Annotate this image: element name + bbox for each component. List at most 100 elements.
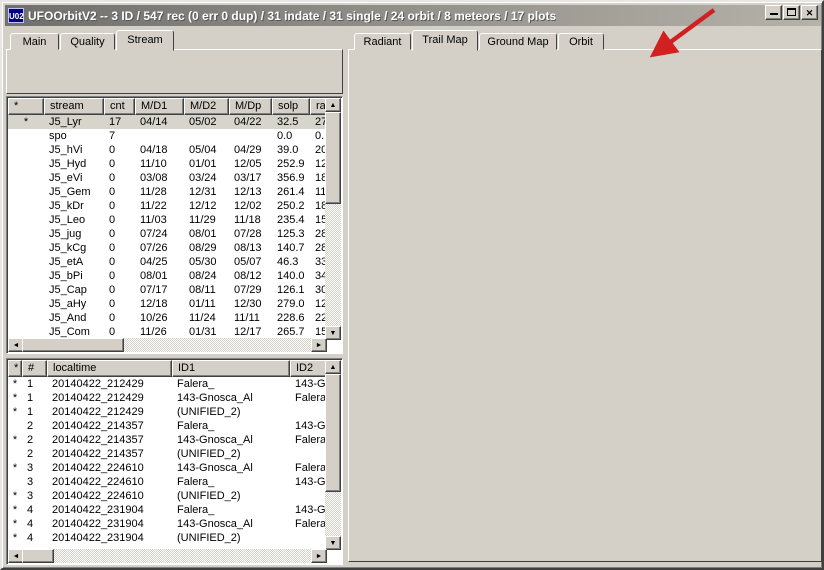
table-cell: 0	[109, 158, 116, 170]
table-row[interactable]: * 3 20140422_224610 143-Gnosca_Al Falera_	[8, 461, 327, 475]
table-row[interactable]: 2 20140422_214357 (UNIFIED_2)	[8, 447, 327, 461]
scroll-thumb[interactable]	[325, 112, 341, 204]
table-cell: 0	[109, 270, 116, 282]
scroll-down-icon[interactable]: ▼	[325, 536, 341, 550]
table-cell: 11/26	[140, 326, 167, 338]
table-row[interactable]: J5_And 0 10/26 11/24 11/11 228.6 22	[8, 311, 327, 325]
table-cell: J5_etA	[49, 256, 84, 268]
column-header[interactable]: M/D2	[184, 98, 229, 115]
tab-main[interactable]: Main	[10, 33, 59, 50]
tab-orbit[interactable]: Orbit	[558, 33, 604, 50]
tab-quality[interactable]: Quality	[60, 33, 115, 50]
table-row[interactable]: spo 7 0.0 0.	[8, 129, 327, 143]
table-row[interactable]: J5_kCg 0 07/26 08/29 08/13 140.7 28	[8, 241, 327, 255]
table-cell: *	[12, 378, 18, 390]
tab-stream[interactable]: Stream	[116, 30, 174, 51]
table-cell: 05/04	[189, 144, 217, 156]
table-cell: *	[12, 504, 18, 516]
table-cell: 1	[27, 406, 34, 418]
table-cell: 0	[109, 298, 116, 310]
table-row[interactable]: J5_Leo 0 11/03 11/29 11/18 235.4 15	[8, 213, 327, 227]
table-cell: 12/13	[234, 186, 262, 198]
tab-trail-map[interactable]: Trail Map	[412, 30, 478, 51]
table-row[interactable]: J5_aHy 0 12/18 01/11 12/30 279.0 12	[8, 297, 327, 311]
table-cell: 08/29	[189, 242, 217, 254]
table-cell: 20140422_214357	[52, 434, 144, 446]
table-cell: 0	[109, 256, 116, 268]
column-header[interactable]: ID1	[172, 360, 290, 377]
table-row[interactable]: * 1 20140422_212429 Falera_ 143-Gn	[8, 377, 327, 391]
column-header[interactable]: cnt	[104, 98, 135, 115]
event-vertical-scrollbar[interactable]: ▲ ▼	[325, 360, 341, 550]
event-horizontal-scrollbar[interactable]: ◄ ►	[8, 549, 327, 563]
table-row[interactable]: * 1 20140422_212429 143-Gnosca_Al Falera_	[8, 391, 327, 405]
table-row[interactable]: J5_hVi 0 04/18 05/04 04/29 39.0 20	[8, 143, 327, 157]
table-cell: 2	[27, 420, 34, 432]
table-row[interactable]: J5_kDr 0 11/22 12/12 12/02 250.2 18	[8, 199, 327, 213]
table-cell: 143-Gn	[295, 476, 327, 488]
table-cell: 12/12	[189, 200, 217, 212]
table-cell: J5_Cap	[49, 284, 87, 296]
scroll-thumb[interactable]	[22, 338, 124, 352]
column-header[interactable]: solp	[272, 98, 310, 115]
table-row[interactable]: J5_Gem 0 11/28 12/31 12/13 261.4 11	[8, 185, 327, 199]
table-cell: 17	[109, 116, 122, 128]
table-row[interactable]: * J5_Lyr 17 04/14 05/02 04/22 32.5 27	[8, 115, 327, 129]
table-row[interactable]: * 4 20140422_231904 (UNIFIED_2)	[8, 531, 327, 545]
column-header[interactable]: localtime	[47, 360, 172, 377]
table-row[interactable]: * 4 20140422_231904 143-Gnosca_Al Falera_	[8, 517, 327, 531]
table-cell: J5_jug	[49, 228, 82, 240]
table-cell: 04/29	[234, 144, 262, 156]
table-row[interactable]: J5_Hyd 0 11/10 01/01 12/05 252.9 12	[8, 157, 327, 171]
table-cell: 12/18	[140, 298, 168, 310]
table-row[interactable]: J5_etA 0 04/25 05/30 05/07 46.3 33	[8, 255, 327, 269]
table-cell	[8, 241, 44, 255]
column-header[interactable]: M/D1	[135, 98, 184, 115]
stream-horizontal-scrollbar[interactable]: ◄ ►	[8, 338, 327, 352]
stream-vertical-scrollbar[interactable]: ▲ ▼	[325, 98, 341, 340]
table-row[interactable]: J5_eVi 0 03/08 03/24 03/17 356.9 18	[8, 171, 327, 185]
table-row[interactable]: 2 20140422_214357 Falera_ 143-Gn	[8, 419, 327, 433]
table-cell: 2	[27, 448, 34, 460]
column-header[interactable]: ID2	[290, 360, 327, 377]
table-cell: 07/26	[140, 242, 168, 254]
table-row[interactable]: * 1 20140422_212429 (UNIFIED_2)	[8, 405, 327, 419]
scroll-thumb[interactable]	[325, 374, 341, 492]
table-cell: 143-Gnosca_Al	[177, 518, 253, 530]
maximize-button[interactable]	[783, 5, 800, 20]
column-header[interactable]: M/Dp	[229, 98, 272, 115]
tab-ground-map[interactable]: Ground Map	[479, 33, 557, 50]
column-header[interactable]: stream	[44, 98, 104, 115]
close-button[interactable]: ✕	[801, 5, 818, 20]
table-row[interactable]: * 2 20140422_214357 143-Gnosca_Al Falera_	[8, 433, 327, 447]
table-cell: J5_bPi	[49, 270, 83, 282]
table-cell: 03/17	[234, 172, 262, 184]
stream-table: * stream cnt M/D1 M/D2 M/Dp solp ra * J5_Lyr 17 04/…	[6, 96, 343, 354]
scroll-up-icon[interactable]: ▲	[325, 98, 341, 112]
table-row[interactable]: 3 20140422_224610 Falera_ 143-Gn	[8, 475, 327, 489]
table-cell: 04/22	[234, 116, 262, 128]
scroll-right-icon[interactable]: ►	[311, 338, 327, 352]
column-header[interactable]: *	[8, 98, 44, 115]
scroll-thumb[interactable]	[22, 549, 54, 563]
table-cell: 20140422_224610	[52, 490, 144, 502]
minimize-button[interactable]	[765, 5, 782, 20]
table-row[interactable]: J5_bPi 0 08/01 08/24 08/12 140.0 34	[8, 269, 327, 283]
table-row[interactable]: * 3 20140422_224610 (UNIFIED_2)	[8, 489, 327, 503]
table-cell: 05/30	[189, 256, 217, 268]
table-row[interactable]: * 4 20140422_231904 Falera_ 143-Gn	[8, 503, 327, 517]
table-row[interactable]: J5_jug 0 07/24 08/01 07/28 125.3 28	[8, 227, 327, 241]
table-row[interactable]: J5_Cap 0 07/17 08/11 07/29 126.1 30	[8, 283, 327, 297]
table-cell	[8, 213, 44, 227]
scroll-down-icon[interactable]: ▼	[325, 326, 341, 340]
table-row[interactable]: J5_Com 0 11/26 01/31 12/17 265.7 15	[8, 325, 327, 339]
tab-radiant[interactable]: Radiant	[354, 33, 411, 50]
table-cell: 2	[27, 434, 34, 446]
scroll-up-icon[interactable]: ▲	[325, 360, 341, 374]
column-header[interactable]: #	[22, 360, 47, 377]
scroll-right-icon[interactable]: ►	[311, 549, 327, 563]
table-cell: 04/18	[140, 144, 168, 156]
table-cell: 0	[109, 144, 116, 156]
table-cell: 11/24	[189, 312, 216, 324]
column-header[interactable]: *	[8, 360, 22, 377]
